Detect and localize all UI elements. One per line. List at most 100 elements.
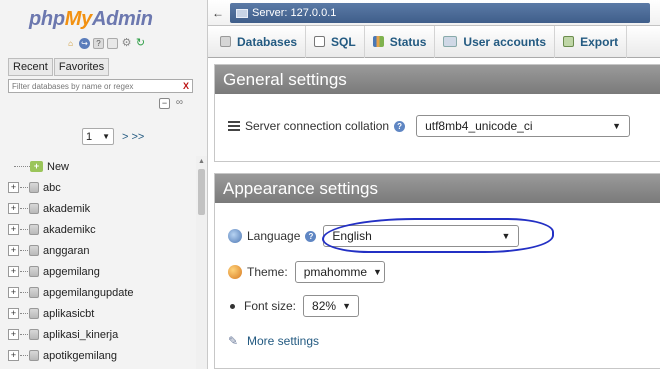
expand-icon[interactable]: + — [8, 350, 19, 361]
database-filter-input[interactable]: Filter databases by name or regex X — [8, 79, 193, 93]
tab-favorites[interactable]: Favorites — [53, 58, 110, 76]
list-icon — [228, 121, 240, 131]
scroll-thumb[interactable] — [198, 169, 205, 215]
tree-scrollbar[interactable]: ▲ — [196, 156, 207, 369]
collation-row: Server connection collation ? utf8mb4_un… — [228, 115, 631, 137]
font-size-select[interactable]: 82% ▼ — [303, 295, 360, 317]
expand-icon[interactable]: + — [8, 182, 19, 193]
logo-my-text: My — [64, 8, 92, 30]
tab-user-accounts[interactable]: User accounts — [435, 25, 556, 58]
docs-icon[interactable] — [107, 38, 118, 49]
tree-item-db[interactable]: + akademikc — [0, 219, 195, 240]
tree-pager: 1 ▼ > >> — [82, 128, 144, 145]
theme-select[interactable]: pmahomme ▼ — [294, 261, 385, 283]
bullet-icon — [230, 303, 235, 309]
tree-item-db[interactable]: + aplikasi_kinerja — [0, 324, 195, 345]
link-with-main-icon[interactable]: ∞ — [174, 98, 185, 109]
more-settings-row: ✎ More settings — [228, 334, 319, 348]
clear-filter-icon[interactable]: X — [183, 81, 189, 91]
tree-connector — [20, 355, 28, 356]
font-size-label: Font size: — [244, 299, 297, 313]
home-icon[interactable]: ⌂ — [65, 38, 76, 49]
tree-connector — [20, 187, 28, 188]
tab-label: User accounts — [463, 34, 547, 49]
chevron-down-icon: ▼ — [102, 132, 110, 141]
logo-php-text: php — [29, 8, 65, 30]
font-size-select-value: 82% — [312, 299, 337, 313]
tree-connector — [20, 271, 28, 272]
databases-icon — [220, 36, 231, 47]
tree-item-db[interactable]: + apgemilangupdate — [0, 282, 195, 303]
main-panel: ← Server: 127.0.0.1 Databases SQL Status… — [208, 0, 660, 369]
tree-controls: − ∞ — [159, 98, 185, 109]
tree-item-db[interactable]: + apgemilang — [0, 261, 195, 282]
language-icon — [228, 229, 242, 243]
tab-label: Status — [389, 34, 427, 49]
expand-icon[interactable]: + — [8, 287, 19, 298]
database-icon — [29, 329, 39, 340]
collapse-all-icon[interactable]: − — [159, 98, 170, 109]
server-tabs: Databases SQL Status User accounts Expor… — [208, 25, 660, 58]
expand-icon[interactable]: + — [8, 308, 19, 319]
tree-item-db[interactable]: + akademik — [0, 198, 195, 219]
tree-item-label: apotikgemilang — [43, 349, 117, 362]
page-select-value: 1 — [86, 130, 93, 143]
more-settings-link[interactable]: More settings — [247, 334, 319, 348]
help-icon[interactable]: ? — [93, 38, 104, 49]
tab-export[interactable]: Export — [555, 25, 628, 58]
collation-select[interactable]: utf8mb4_unicode_ci ▼ — [416, 115, 631, 137]
tree-item-db[interactable]: + abc — [0, 177, 195, 198]
collation-select-value: utf8mb4_unicode_ci — [425, 119, 533, 133]
database-icon — [29, 182, 39, 193]
phpmyadmin-logo[interactable]: phpMyAdmin — [29, 8, 153, 31]
expand-icon[interactable]: + — [8, 266, 19, 277]
font-size-row: Font size: 82% ▼ — [228, 295, 360, 317]
exit-icon[interactable]: ↪ — [79, 38, 90, 49]
settings-icon[interactable]: ⚙ — [121, 38, 132, 49]
database-icon — [29, 287, 39, 298]
expand-icon[interactable]: + — [8, 224, 19, 235]
tree-connector — [20, 229, 28, 230]
database-icon — [29, 266, 39, 277]
server-breadcrumb-label: Server: 127.0.0.1 — [252, 7, 337, 19]
tab-sql[interactable]: SQL — [306, 25, 365, 58]
server-breadcrumb[interactable]: Server: 127.0.0.1 — [230, 3, 650, 23]
page-select[interactable]: 1 ▼ — [82, 128, 114, 145]
help-icon[interactable]: ? — [394, 120, 406, 132]
tab-status[interactable]: Status — [365, 25, 436, 58]
tab-recent[interactable]: Recent — [8, 58, 53, 76]
tab-label: Databases — [237, 34, 298, 49]
tree-connector — [20, 334, 28, 335]
tree-connector — [20, 313, 28, 314]
breadcrumb: ← Server: 127.0.0.1 — [212, 3, 660, 23]
sql-icon — [314, 36, 326, 47]
tree-item-label: akademik — [43, 202, 91, 215]
tree-item-db[interactable]: + anggaran — [0, 240, 195, 261]
theme-row: Theme: pmahomme ▼ — [228, 261, 385, 283]
back-arrow-icon[interactable]: ← — [212, 6, 224, 20]
theme-select-value: pmahomme — [303, 265, 368, 279]
scroll-up-icon[interactable]: ▲ — [196, 156, 207, 167]
tab-label: Export — [580, 34, 619, 49]
tree-item-new[interactable]: + New — [0, 156, 195, 177]
navigation-panel: phpMyAdmin ⌂ ↪ ? ⚙ ↻ Recent Favorites Fi… — [0, 0, 208, 369]
tree-item-db[interactable]: + apotikgemilang — [0, 345, 195, 366]
database-icon — [29, 224, 39, 235]
tree-item-label: akademikc — [43, 223, 96, 236]
expand-icon[interactable]: + — [8, 203, 19, 214]
appearance-settings-panel: Appearance settings Language ? English ▼… — [214, 173, 660, 369]
database-icon — [29, 245, 39, 256]
tree-item-label: aplikasi_kinerja — [43, 328, 119, 341]
tree-item-label: aplikasicbt — [43, 307, 95, 320]
tree-connector — [20, 250, 28, 251]
tree-connector — [20, 208, 28, 209]
reload-icon[interactable]: ↻ — [135, 38, 146, 49]
tree-item-db[interactable]: + aplikasicbt — [0, 303, 195, 324]
next-page-link[interactable]: > >> — [122, 131, 144, 143]
tree-item-label: apgemilangupdate — [43, 286, 134, 299]
help-icon[interactable]: ? — [305, 230, 317, 242]
expand-icon[interactable]: + — [8, 245, 19, 256]
tab-databases[interactable]: Databases — [212, 25, 307, 58]
chevron-down-icon: ▼ — [342, 301, 351, 311]
expand-icon[interactable]: + — [8, 329, 19, 340]
